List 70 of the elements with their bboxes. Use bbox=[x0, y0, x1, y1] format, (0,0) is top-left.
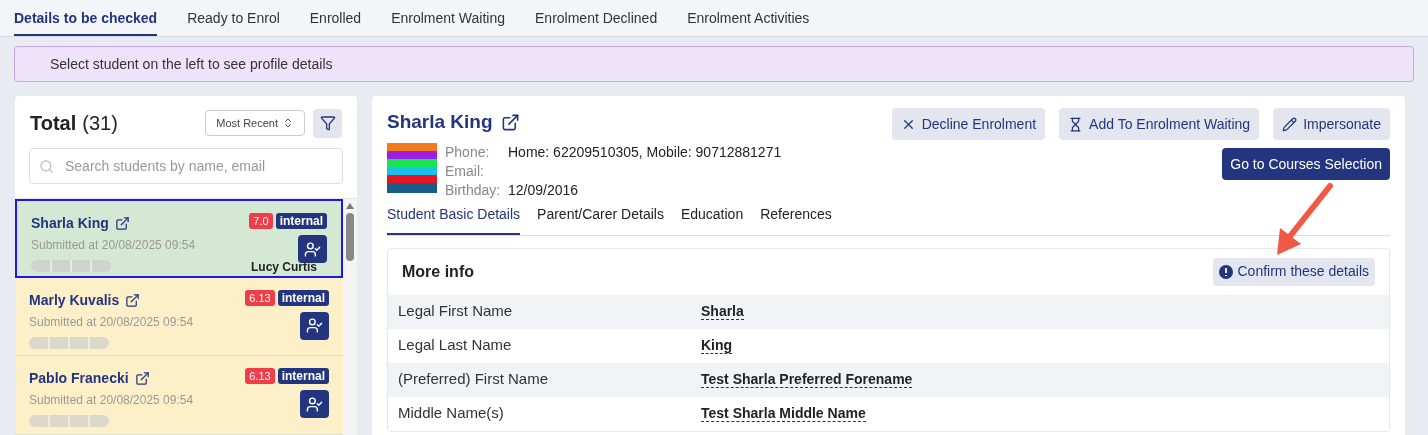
tab[interactable]: Student Basic Details bbox=[387, 203, 521, 235]
score-badge: 7.0 bbox=[249, 213, 273, 229]
confirm-button[interactable]: Confirm these details bbox=[1213, 257, 1375, 286]
scroll-up-icon bbox=[346, 203, 354, 209]
tab[interactable]: Details to be checked bbox=[14, 8, 158, 36]
tab[interactable]: Enrolment Activities bbox=[687, 8, 810, 36]
external-link-icon bbox=[125, 292, 141, 308]
assignee-name: Lucy Curtis bbox=[251, 260, 317, 273]
submitted-date: Submitted at 20/08/2025 09:54 bbox=[29, 392, 195, 410]
row-label: (Preferred) First Name bbox=[398, 369, 550, 390]
total-title: Total bbox=[30, 111, 77, 136]
action-button[interactable]: Add To Enrolment Waiting bbox=[1059, 108, 1260, 140]
filter-icon bbox=[319, 115, 336, 131]
row-value[interactable]: Test Sharla Preferred Forename bbox=[701, 371, 913, 388]
tab[interactable]: Enrolment Declined bbox=[535, 8, 658, 36]
score-badge: 6.13 bbox=[245, 289, 275, 306]
field-label: Phone: bbox=[445, 142, 491, 162]
info-banner: Select student on the left to see profile details bbox=[14, 46, 1414, 82]
row-value[interactable]: King bbox=[701, 337, 733, 354]
profile-name: Sharla King bbox=[387, 110, 493, 134]
search-field[interactable]: Search students by name, email bbox=[29, 148, 343, 184]
student-card[interactable]: Sharla King Submitted at 20/08/2025 09:54 7.0 internal Lucy Curtis bbox=[15, 199, 343, 278]
search-icon bbox=[39, 159, 54, 174]
row-label: Legal First Name bbox=[398, 301, 514, 322]
courses-selection-button[interactable]: Go to Courses Selection bbox=[1222, 148, 1390, 180]
student-name[interactable]: Marly Kuvalis bbox=[29, 289, 120, 311]
tab[interactable]: Enrolment Waiting bbox=[391, 8, 505, 36]
sort-select[interactable]: Most Recent bbox=[205, 110, 305, 136]
external-link-icon bbox=[500, 112, 520, 132]
score-badge: 6.13 bbox=[245, 368, 275, 385]
submitted-date: Submitted at 20/08/2025 09:54 bbox=[31, 237, 197, 254]
tag-badge: internal bbox=[275, 213, 327, 229]
student-card[interactable]: Pablo Franecki Submitted at 20/08/2025 09:54 6.13 internal bbox=[15, 356, 343, 435]
tag-badge: internal bbox=[277, 289, 329, 306]
row-value[interactable]: Test Sharla Middle Name bbox=[701, 405, 866, 422]
row-label: Legal Last Name bbox=[398, 335, 513, 356]
row-value[interactable]: Sharla bbox=[701, 303, 744, 320]
filter-button[interactable] bbox=[313, 108, 342, 138]
tab[interactable]: Enrolled bbox=[309, 8, 362, 36]
sort-icon bbox=[282, 117, 294, 129]
field-value: Home: 62209510305, Mobile: 90712881271 bbox=[508, 142, 782, 162]
alert-icon bbox=[1219, 264, 1234, 279]
submitted-date: Submitted at 20/08/2025 09:54 bbox=[29, 313, 195, 331]
scrollbar-thumb[interactable] bbox=[346, 213, 354, 261]
total-count: (31) bbox=[82, 111, 118, 136]
external-link-icon bbox=[134, 371, 150, 387]
tab[interactable]: References bbox=[760, 203, 832, 235]
field-label: Email: bbox=[445, 161, 485, 181]
assign-button[interactable] bbox=[300, 390, 329, 419]
field-value: 12/09/2016 bbox=[508, 180, 579, 200]
assign-button[interactable] bbox=[300, 311, 329, 340]
student-name[interactable]: Sharla King bbox=[31, 213, 109, 234]
photo-placeholder bbox=[387, 142, 437, 193]
pencil-icon bbox=[1282, 116, 1298, 132]
user-check-icon bbox=[306, 317, 323, 335]
tab[interactable]: Education bbox=[680, 203, 744, 235]
tab[interactable]: Ready to Enrol bbox=[187, 8, 280, 36]
section-title: More info bbox=[402, 261, 474, 282]
row-label: Middle Name(s) bbox=[398, 403, 505, 424]
user-check-icon bbox=[304, 240, 321, 258]
user-check-icon bbox=[306, 395, 323, 413]
field-label: Birthday: bbox=[445, 180, 502, 200]
student-name[interactable]: Pablo Franecki bbox=[29, 368, 129, 390]
action-button[interactable]: Decline Enrolment bbox=[891, 108, 1046, 140]
student-card[interactable]: Marly Kuvalis Submitted at 20/08/2025 09:54 6.13 internal bbox=[15, 277, 343, 357]
external-link-icon bbox=[114, 216, 130, 231]
tab[interactable]: Parent/Carer Details bbox=[537, 203, 664, 235]
action-button[interactable]: Impersonate bbox=[1273, 108, 1390, 140]
tag-badge: internal bbox=[277, 368, 329, 385]
assign-button[interactable] bbox=[298, 235, 327, 263]
